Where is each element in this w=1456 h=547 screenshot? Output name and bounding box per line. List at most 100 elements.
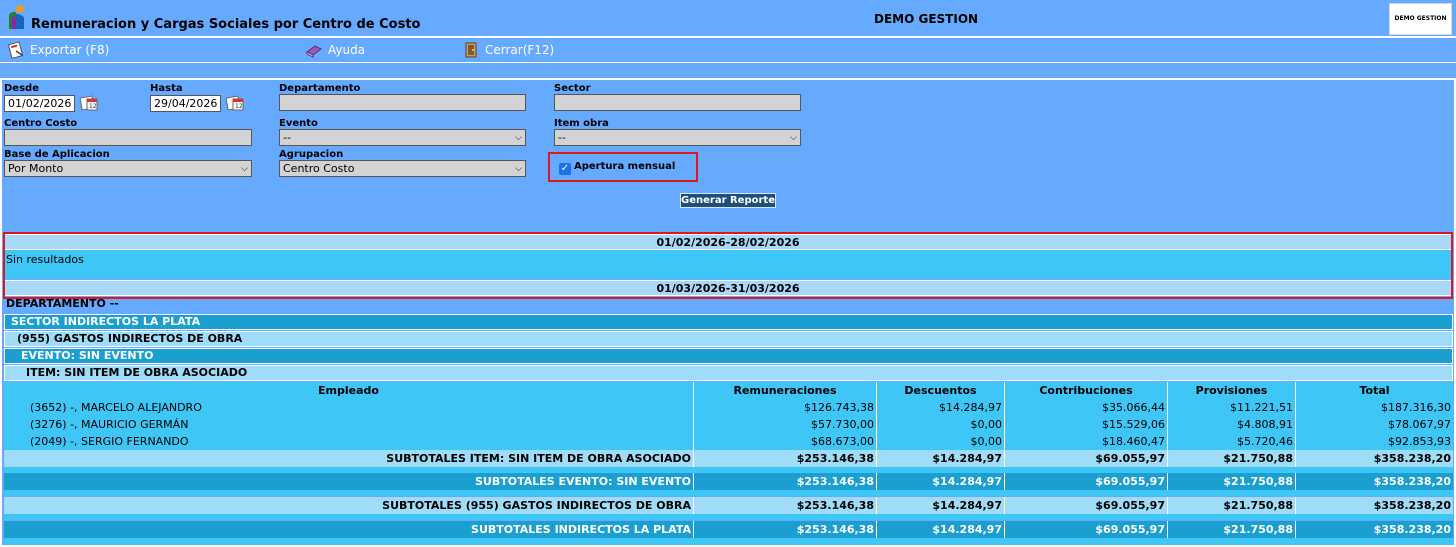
apertura-mensual-highlight: ✓ Apertura mensual — [548, 152, 698, 182]
app-window: Remuneracion y Cargas Sociales por Centr… — [0, 0, 1456, 547]
agrupacion-label: Agrupacion — [279, 149, 344, 160]
subtotal-item-row: SUBTOTALES ITEM: SIN ITEM DE OBRA ASOCIA… — [4, 450, 1453, 467]
employee-name: (3276) -, MAURICIO GERMÁN — [4, 416, 694, 433]
desde-input[interactable] — [4, 95, 75, 112]
provisiones-value: $11.221,51 — [1168, 399, 1296, 416]
sector-label: Sector — [554, 83, 591, 94]
provisiones-value: $4.808,91 — [1168, 416, 1296, 433]
checkbox-checked-icon[interactable]: ✓ — [559, 163, 571, 175]
item-obra-label: Item obra — [554, 118, 609, 129]
subtotal-remuneraciones: $253.146,38 — [694, 473, 877, 490]
subtotal-evento-row: SUBTOTALES EVENTO: SIN EVENTO $253.146,3… — [4, 473, 1453, 490]
contribuciones-value: $18.460,47 — [1005, 433, 1168, 450]
subtotal-sector-row: SUBTOTALES INDIRECTOS LA PLATA $253.146,… — [4, 521, 1453, 538]
base-aplicacion-select[interactable]: Por Monto ⌵ — [4, 160, 252, 177]
close-label: Cerrar(F12) — [485, 43, 555, 57]
chevron-down-icon: ⌵ — [515, 132, 522, 143]
total-value: $92.853,93 — [1388, 435, 1451, 448]
desde-label: Desde — [4, 83, 39, 94]
contribuciones-value: $15.529,06 — [1005, 416, 1168, 433]
separator-strip — [0, 63, 1456, 78]
centro-costo-input[interactable] — [4, 129, 252, 146]
descuentos-value: $14.284,97 — [877, 399, 1005, 416]
svg-text:12: 12 — [235, 103, 243, 110]
title-bar: Remuneracion y Cargas Sociales por Centr… — [0, 0, 1456, 36]
remuneraciones-value: $126.743,38 — [694, 399, 877, 416]
sector-input[interactable] — [554, 94, 801, 111]
toolbar: Exportar (F8) Ayuda Cerrar(F12) — [0, 37, 1456, 63]
total-value: $78.067,97 — [1388, 418, 1451, 431]
evento-group: EVENTO: SIN EVENTO — [4, 348, 1453, 364]
subtotal-total: $358.238,20 — [1373, 475, 1451, 488]
col-provisiones: Provisiones — [1168, 382, 1296, 399]
col-remuneraciones: Remuneraciones — [694, 382, 877, 399]
table-row: (2049) -, SERGIO FERNANDO $68.673,00 $0,… — [4, 433, 1453, 450]
subtotal-centro-row: SUBTOTALES (955) GASTOS INDIRECTOS DE OB… — [4, 497, 1453, 514]
subtotal-descuentos: $14.284,97 — [877, 473, 1005, 490]
export-button[interactable]: Exportar (F8) — [7, 41, 109, 59]
hasta-label: Hasta — [150, 83, 183, 94]
company-name: DEMO GESTION — [874, 12, 979, 26]
subtotal-remuneraciones: $253.146,38 — [694, 521, 877, 538]
subtotal-label: SUBTOTALES INDIRECTOS LA PLATA — [4, 521, 694, 538]
svg-text:12: 12 — [89, 103, 97, 110]
company-logo: DEMO GESTION — [1389, 3, 1452, 35]
subtotal-provisiones: $21.750,88 — [1168, 473, 1296, 490]
item-group: ITEM: SIN ITEM DE OBRA ASOCIADO — [4, 365, 1453, 381]
subtotal-label: SUBTOTALES (955) GASTOS INDIRECTOS DE OB… — [4, 497, 694, 514]
col-total: Total — [1359, 384, 1390, 397]
close-button[interactable]: Cerrar(F12) — [462, 41, 554, 59]
departamento-label: Departamento — [279, 83, 361, 94]
remuneraciones-value: $68.673,00 — [694, 433, 877, 450]
subtotal-descuentos: $14.284,97 — [877, 497, 1005, 514]
subtotal-total: $358.238,20 — [1373, 499, 1451, 512]
col-empleado: Empleado — [4, 382, 694, 399]
app-logo-icon — [9, 5, 24, 29]
descuentos-value: $0,00 — [877, 416, 1005, 433]
remuneraciones-value: $57.730,00 — [694, 416, 877, 433]
help-button[interactable]: Ayuda — [305, 41, 365, 59]
base-aplicacion-label: Base de Aplicacion — [4, 149, 110, 160]
table-header: Empleado Remuneraciones Descuentos Contr… — [4, 382, 1453, 399]
subtotal-label: SUBTOTALES EVENTO: SIN EVENTO — [4, 473, 694, 490]
hasta-input[interactable] — [150, 95, 221, 112]
export-label: Exportar (F8) — [30, 43, 110, 57]
centro-costo-group: (955) GASTOS INDIRECTOS DE OBRA — [4, 331, 1453, 347]
row-spacer — [4, 538, 1453, 545]
help-label: Ayuda — [328, 43, 366, 57]
agrupacion-select[interactable]: Centro Costo ⌵ — [279, 160, 526, 177]
table-row: (3276) -, MAURICIO GERMÁN $57.730,00 $0,… — [4, 416, 1453, 433]
employee-name: (2049) -, SERGIO FERNANDO — [4, 433, 694, 450]
evento-select-value: -- — [283, 131, 291, 144]
departamento-input[interactable] — [279, 94, 526, 111]
row-spacer — [4, 514, 1453, 520]
results-highlight — [3, 232, 1453, 299]
help-icon — [306, 45, 322, 58]
table-row: (3652) -, MARCELO ALEJANDRO $126.743,38 … — [4, 399, 1453, 416]
generate-report-button[interactable]: Generar Reporte — [680, 193, 776, 208]
subtotal-provisiones: $21.750,88 — [1168, 450, 1296, 467]
sector-group: SECTOR INDIRECTOS LA PLATA — [4, 314, 1453, 330]
apertura-mensual-label[interactable]: Apertura mensual — [574, 161, 675, 172]
evento-select[interactable]: -- ⌵ — [279, 129, 526, 146]
item-obra-select[interactable]: -- ⌵ — [554, 129, 801, 146]
chevron-down-icon: ⌵ — [515, 163, 522, 174]
subtotal-contribuciones: $69.055,97 — [1005, 497, 1168, 514]
subtotal-contribuciones: $69.055,97 — [1005, 521, 1168, 538]
col-contribuciones: Contribuciones — [1005, 382, 1168, 399]
chevron-down-icon: ⌵ — [241, 163, 248, 174]
calendar-icon[interactable]: 12 — [79, 94, 99, 112]
subtotal-contribuciones: $69.055,97 — [1005, 473, 1168, 490]
page-title: Remuneracion y Cargas Sociales por Centr… — [31, 17, 421, 32]
item-obra-select-value: -- — [558, 131, 566, 144]
calendar-icon[interactable]: 12 — [225, 94, 245, 112]
export-icon — [7, 41, 24, 59]
subtotal-contribuciones: $69.055,97 — [1005, 450, 1168, 467]
row-spacer — [4, 490, 1453, 496]
subtotal-remuneraciones: $253.146,38 — [694, 497, 877, 514]
chevron-down-icon: ⌵ — [790, 132, 797, 143]
base-aplicacion-select-value: Por Monto — [8, 162, 64, 175]
subtotal-provisiones: $21.750,88 — [1168, 497, 1296, 514]
contribuciones-value: $35.066,44 — [1005, 399, 1168, 416]
subtotal-label: SUBTOTALES ITEM: SIN ITEM DE OBRA ASOCIA… — [4, 450, 694, 467]
